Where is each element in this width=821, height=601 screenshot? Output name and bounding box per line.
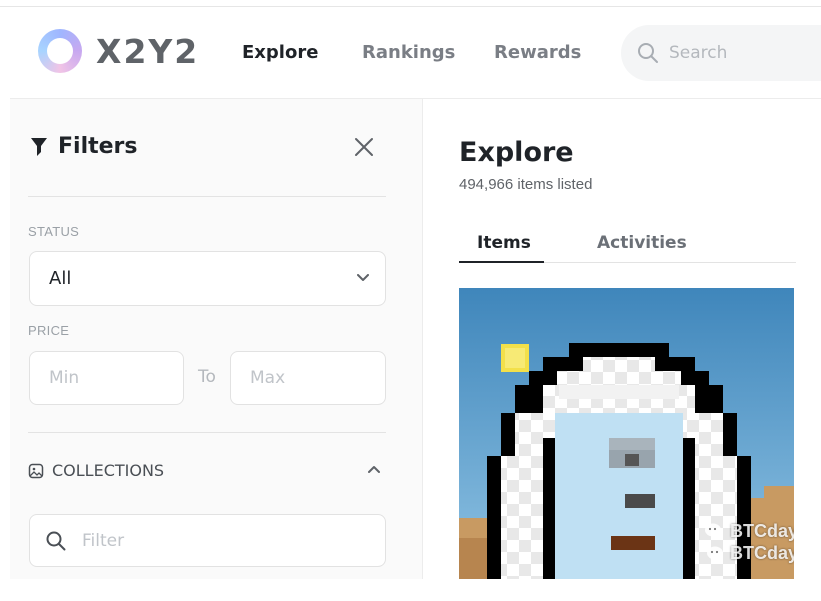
explore-main: Explore 494,966 items listed Items Activ…: [424, 99, 821, 579]
watermark-line-2: BTCdayu: [730, 543, 794, 563]
chevron-down-icon: [357, 274, 369, 281]
tab-items[interactable]: Items: [477, 233, 531, 253]
watermark-line-1: BTCdayu: [730, 521, 794, 541]
search-icon: [46, 531, 66, 550]
price-max-input[interactable]: [230, 351, 386, 405]
main-nav: Explore: [242, 42, 373, 63]
collections-toggle[interactable]: COLLECTIONS: [28, 461, 386, 480]
status-select[interactable]: All: [29, 251, 386, 306]
close-icon: [355, 138, 373, 156]
nav-rankings[interactable]: Rankings: [362, 42, 455, 63]
wechat-icon: [705, 523, 721, 537]
wechat-icon: [707, 546, 723, 560]
logo-ring-icon: [38, 29, 82, 73]
price-label: PRICE: [28, 323, 70, 338]
items-count: 494,966 items listed: [459, 176, 593, 193]
filters-header: Filters: [30, 134, 138, 159]
main-nav-2: Rankings: [362, 42, 510, 63]
active-tab-indicator: [459, 261, 544, 263]
status-value: All: [49, 268, 72, 289]
divider: [28, 196, 386, 197]
divider: [28, 432, 386, 433]
main-nav-3: Rewards: [494, 42, 636, 63]
brand-logo[interactable]: X2Y2: [38, 29, 199, 73]
page-title: Explore: [459, 137, 574, 168]
search-input[interactable]: [669, 43, 809, 63]
image-icon: [28, 463, 44, 478]
close-filters-button[interactable]: [352, 135, 376, 159]
tab-activities[interactable]: Activities: [597, 233, 687, 253]
collections-filter[interactable]: [29, 514, 386, 567]
filters-title: Filters: [58, 134, 138, 159]
watermark: BTCdayu BTCdayu: [704, 520, 794, 564]
search-bar[interactable]: [621, 25, 821, 81]
price-min-input[interactable]: [29, 351, 184, 405]
nav-rewards[interactable]: Rewards: [494, 42, 581, 63]
collections-label: COLLECTIONS: [52, 461, 165, 480]
chevron-up-icon: [368, 466, 380, 473]
top-navigation-bar: X2Y2 Explore Rankings Rewards: [10, 7, 821, 99]
nav-explore[interactable]: Explore: [242, 42, 318, 63]
filters-sidebar: Filters STATUS All PRICE To COLLECTIONS: [10, 99, 423, 579]
price-to-label: To: [198, 367, 216, 387]
collections-filter-input[interactable]: [82, 530, 362, 551]
logo-text: X2Y2: [96, 31, 200, 71]
status-label: STATUS: [28, 224, 80, 239]
funnel-icon: [31, 137, 47, 156]
nft-item-card[interactable]: BTCdayu BTCdayu: [459, 288, 794, 579]
explore-tabs: Items Activities: [459, 231, 796, 263]
search-icon: [638, 43, 658, 63]
